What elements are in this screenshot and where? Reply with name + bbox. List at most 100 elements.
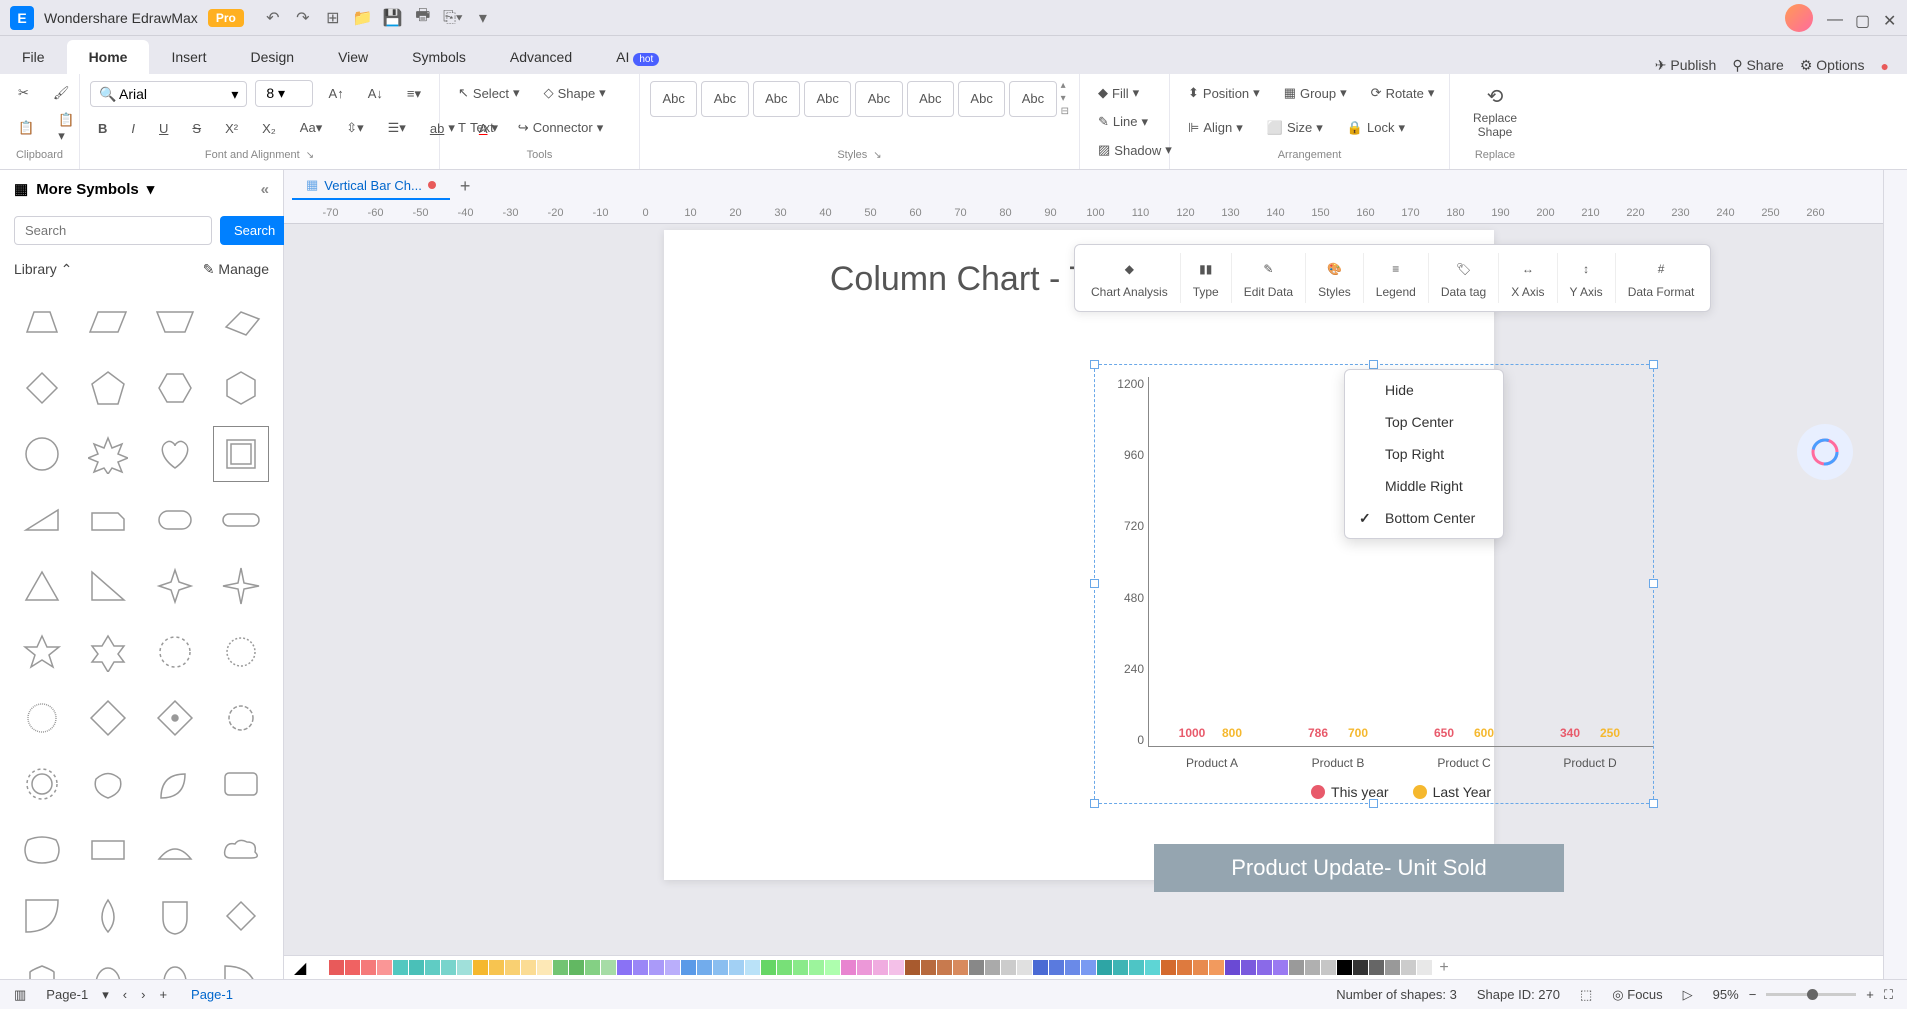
shape-diamond[interactable] <box>14 360 70 416</box>
chart-tool-type[interactable]: ▮▮Type <box>1181 253 1232 303</box>
color-swatch[interactable] <box>1401 960 1416 975</box>
notify-icon[interactable]: ● <box>1881 58 1889 74</box>
size-button[interactable]: ⬜ Size▾ <box>1259 115 1331 141</box>
tab-view[interactable]: View <box>316 40 390 74</box>
color-swatch[interactable] <box>681 960 696 975</box>
shape-pie[interactable] <box>213 954 269 979</box>
color-swatch[interactable] <box>313 960 328 975</box>
color-swatch[interactable] <box>1113 960 1128 975</box>
color-swatch[interactable] <box>841 960 856 975</box>
color-swatch[interactable] <box>937 960 952 975</box>
style-preset-7[interactable]: Abc <box>958 81 1005 117</box>
shape-triangle[interactable] <box>14 558 70 614</box>
color-swatch[interactable] <box>809 960 824 975</box>
shape-wedge[interactable] <box>14 492 70 548</box>
color-swatch[interactable] <box>649 960 664 975</box>
color-swatch[interactable] <box>777 960 792 975</box>
shape-tool[interactable]: ◇ Shape ▾ <box>536 80 614 106</box>
color-swatch[interactable] <box>793 960 808 975</box>
color-swatch[interactable] <box>1033 960 1048 975</box>
shape-quad[interactable] <box>213 294 269 350</box>
color-swatch[interactable] <box>1065 960 1080 975</box>
chart-tool-edit-data[interactable]: ✎Edit Data <box>1232 253 1306 303</box>
style-preset-4[interactable]: Abc <box>804 81 851 117</box>
chart-tool-styles[interactable]: 🎨Styles <box>1306 253 1364 303</box>
chart-tool-y-axis[interactable]: ↕Y Axis <box>1558 253 1616 303</box>
share-button[interactable]: ⚲ Share <box>1732 57 1784 74</box>
color-swatch[interactable] <box>889 960 904 975</box>
grow-font-icon[interactable]: A↑ <box>321 81 352 106</box>
style-preset-1[interactable]: Abc <box>650 81 697 117</box>
shape-shield-2[interactable] <box>14 954 70 979</box>
zoom-slider[interactable] <box>1766 993 1856 996</box>
color-swatch[interactable] <box>361 960 376 975</box>
export-icon[interactable]: ⎘▾ <box>444 9 462 27</box>
shape-cloud[interactable] <box>213 822 269 878</box>
color-swatch[interactable] <box>601 960 616 975</box>
color-swatch[interactable] <box>857 960 872 975</box>
tab-symbols[interactable]: Symbols <box>390 40 488 74</box>
color-swatch[interactable] <box>1417 960 1432 975</box>
add-page-icon[interactable]: + <box>159 987 167 1002</box>
sidebar-collapse-icon[interactable]: « <box>261 181 269 198</box>
color-swatch[interactable] <box>329 960 344 975</box>
chart-tool-legend[interactable]: ≡Legend <box>1364 253 1429 303</box>
symbol-search-button[interactable]: Search <box>220 216 289 245</box>
color-swatch[interactable] <box>569 960 584 975</box>
redo-icon[interactable]: ↷ <box>294 9 312 27</box>
shape-frame[interactable] <box>213 426 269 482</box>
shape-parallelogram[interactable] <box>80 294 136 350</box>
shape-star-7[interactable] <box>147 624 203 680</box>
open-icon[interactable]: 📁 <box>354 9 372 27</box>
color-swatch[interactable] <box>505 960 520 975</box>
manage-button[interactable]: ✎ Manage <box>203 261 269 278</box>
page-select[interactable]: Page-1 <box>46 987 88 1002</box>
shape-burst[interactable] <box>213 624 269 680</box>
resize-handle-n[interactable] <box>1369 360 1378 369</box>
list-icon[interactable]: ☰▾ <box>380 115 414 141</box>
symbol-search-input[interactable] <box>14 216 212 245</box>
color-swatch[interactable] <box>457 960 472 975</box>
resize-handle-se[interactable] <box>1649 799 1658 808</box>
strikethrough-icon[interactable]: S <box>184 116 209 141</box>
ai-assistant-button[interactable] <box>1797 424 1853 480</box>
shape-diamond-3[interactable] <box>213 888 269 944</box>
color-swatch[interactable] <box>1161 960 1176 975</box>
shape-gear-2[interactable] <box>213 690 269 746</box>
color-swatch[interactable] <box>1209 960 1224 975</box>
tab-insert[interactable]: Insert <box>149 40 228 74</box>
format-painter-icon[interactable]: 🖌 <box>45 80 78 106</box>
color-swatch[interactable] <box>585 960 600 975</box>
shape-star-8[interactable] <box>80 426 136 482</box>
right-panel-collapsed[interactable] <box>1883 170 1907 979</box>
font-family-select[interactable]: 🔍Arial▾ <box>90 81 247 107</box>
color-swatch[interactable] <box>665 960 680 975</box>
minimize-icon[interactable]: — <box>1827 11 1841 25</box>
color-swatch[interactable] <box>985 960 1000 975</box>
color-swatch[interactable] <box>745 960 760 975</box>
bold-icon[interactable]: B <box>90 116 115 141</box>
shape-right-triangle[interactable] <box>80 558 136 614</box>
color-swatch[interactable] <box>409 960 424 975</box>
shape-hexagon[interactable] <box>147 360 203 416</box>
shape-diamond-2[interactable] <box>80 690 136 746</box>
shape-heart[interactable] <box>147 426 203 482</box>
color-swatch[interactable] <box>953 960 968 975</box>
color-swatch[interactable] <box>713 960 728 975</box>
close-icon[interactable]: ✕ <box>1883 11 1897 25</box>
undo-icon[interactable]: ↶ <box>264 9 282 27</box>
subscript-icon[interactable]: X₂ <box>254 116 284 141</box>
rotate-button[interactable]: ⟳ Rotate▾ <box>1363 80 1443 106</box>
shape-trapezoid[interactable] <box>14 294 70 350</box>
color-swatch[interactable] <box>1305 960 1320 975</box>
color-swatch[interactable] <box>1289 960 1304 975</box>
maximize-icon[interactable]: ▢ <box>1855 11 1869 25</box>
font-size-select[interactable]: 8 ▾ <box>255 80 312 107</box>
shape-star-5[interactable] <box>14 624 70 680</box>
caption-box[interactable]: Product Update- Unit Sold <box>1154 844 1564 892</box>
save-icon[interactable]: 💾 <box>384 9 402 27</box>
legend-option-top-right[interactable]: Top Right <box>1345 438 1503 470</box>
fit-page-icon[interactable]: ⛶ <box>1884 987 1893 1003</box>
add-tab-button[interactable]: + <box>450 172 481 201</box>
shape-card[interactable] <box>80 492 136 548</box>
